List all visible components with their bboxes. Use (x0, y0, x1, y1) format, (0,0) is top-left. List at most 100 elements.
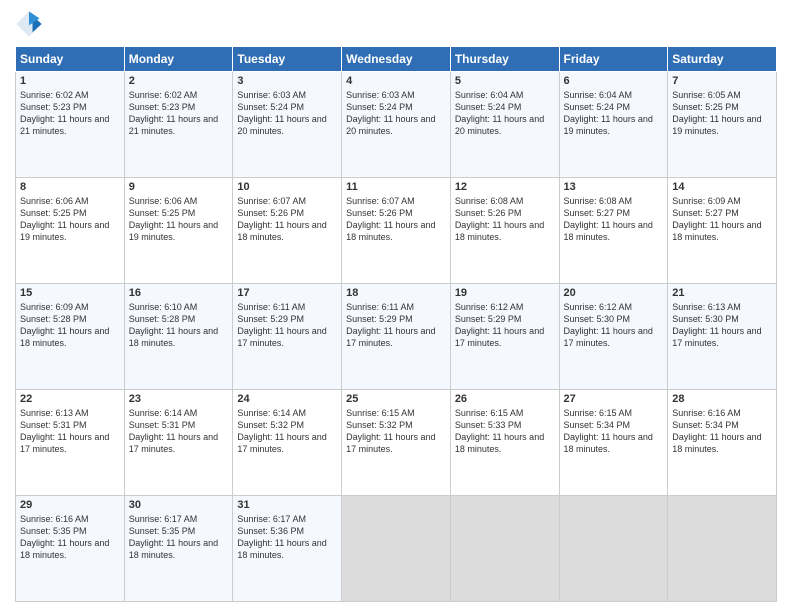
day-info: Sunrise: 6:04 AMSunset: 5:24 PMDaylight:… (455, 90, 544, 136)
week-row-1: 1Sunrise: 6:02 AMSunset: 5:23 PMDaylight… (16, 72, 777, 178)
day-number: 17 (237, 287, 337, 299)
calendar-cell: 1Sunrise: 6:02 AMSunset: 5:23 PMDaylight… (16, 72, 125, 178)
day-number: 10 (237, 181, 337, 193)
calendar-cell: 4 Sunrise: 6:03 AMSunset: 5:24 PMDaylight… (342, 72, 451, 178)
day-info: Sunrise: 6:11 AMSunset: 5:29 PMDaylight:… (237, 302, 326, 348)
calendar-cell: 29Sunrise: 6:16 AMSunset: 5:35 PMDayligh… (16, 496, 125, 602)
calendar-cell: 30 Sunrise: 6:17 AMSunset: 5:35 PMDayligh… (124, 496, 233, 602)
days-row: SundayMondayTuesdayWednesdayThursdayFrid… (16, 47, 777, 72)
calendar-cell: 23 Sunrise: 6:14 AMSunset: 5:31 PMDayligh… (124, 390, 233, 496)
calendar-cell: 7 Sunrise: 6:05 AMSunset: 5:25 PMDaylight… (668, 72, 777, 178)
day-number: 23 (129, 393, 229, 405)
day-info: Sunrise: 6:05 AMSunset: 5:25 PMDaylight:… (672, 90, 761, 136)
calendar-cell (450, 496, 559, 602)
day-number: 19 (455, 287, 555, 299)
day-of-week-wednesday: Wednesday (342, 47, 451, 72)
calendar-cell: 20Sunrise: 6:12 AMSunset: 5:30 PMDayligh… (559, 284, 668, 390)
calendar-cell: 13 Sunrise: 6:08 AMSunset: 5:27 PMDayligh… (559, 178, 668, 284)
calendar-cell: 3 Sunrise: 6:03 AMSunset: 5:24 PMDaylight… (233, 72, 342, 178)
calendar-cell: 19Sunrise: 6:12 AMSunset: 5:29 PMDayligh… (450, 284, 559, 390)
day-number: 8 (20, 181, 120, 193)
day-of-week-thursday: Thursday (450, 47, 559, 72)
day-info: Sunrise: 6:08 AMSunset: 5:26 PMDaylight:… (455, 196, 544, 242)
day-number: 12 (455, 181, 555, 193)
day-of-week-friday: Friday (559, 47, 668, 72)
day-number: 2 (129, 75, 229, 87)
day-number: 11 (346, 181, 446, 193)
header (15, 10, 777, 38)
day-number: 21 (672, 287, 772, 299)
day-number: 30 (129, 499, 229, 511)
day-number: 14 (672, 181, 772, 193)
day-of-week-monday: Monday (124, 47, 233, 72)
calendar: SundayMondayTuesdayWednesdayThursdayFrid… (15, 46, 777, 602)
calendar-cell: 6Sunrise: 6:04 AMSunset: 5:24 PMDaylight… (559, 72, 668, 178)
day-number: 24 (237, 393, 337, 405)
day-info: Sunrise: 6:03 AMSunset: 5:24 PMDaylight:… (237, 90, 326, 136)
day-number: 1 (20, 75, 120, 87)
week-row-4: 22 Sunrise: 6:13 AMSunset: 5:31 PMDayligh… (16, 390, 777, 496)
day-number: 18 (346, 287, 446, 299)
calendar-cell: 24 Sunrise: 6:14 AMSunset: 5:32 PMDayligh… (233, 390, 342, 496)
day-info: Sunrise: 6:10 AMSunset: 5:28 PMDaylight:… (129, 302, 218, 348)
calendar-cell: 12 Sunrise: 6:08 AMSunset: 5:26 PMDayligh… (450, 178, 559, 284)
day-number: 9 (129, 181, 229, 193)
calendar-cell: 15Sunrise: 6:09 AMSunset: 5:28 PMDayligh… (16, 284, 125, 390)
day-info: Sunrise: 6:09 AMSunset: 5:28 PMDaylight:… (20, 302, 109, 348)
day-number: 16 (129, 287, 229, 299)
logo (15, 10, 47, 38)
calendar-cell: 21 Sunrise: 6:13 AMSunset: 5:30 PMDayligh… (668, 284, 777, 390)
calendar-cell: 31 Sunrise: 6:17 AMSunset: 5:36 PMDayligh… (233, 496, 342, 602)
logo-icon (15, 10, 43, 38)
day-info: Sunrise: 6:04 AMSunset: 5:24 PMDaylight:… (564, 90, 653, 136)
day-number: 7 (672, 75, 772, 87)
day-info: Sunrise: 6:14 AMSunset: 5:31 PMDaylight:… (129, 408, 218, 454)
day-info: Sunrise: 6:06 AMSunset: 5:25 PMDaylight:… (20, 196, 109, 242)
day-info: Sunrise: 6:07 AMSunset: 5:26 PMDaylight:… (237, 196, 326, 242)
day-info: Sunrise: 6:09 AMSunset: 5:27 PMDaylight:… (672, 196, 761, 242)
day-info: Sunrise: 6:13 AMSunset: 5:30 PMDaylight:… (672, 302, 761, 348)
page: SundayMondayTuesdayWednesdayThursdayFrid… (0, 0, 792, 612)
calendar-cell: 28Sunrise: 6:16 AMSunset: 5:34 PMDayligh… (668, 390, 777, 496)
day-info: Sunrise: 6:17 AMSunset: 5:36 PMDaylight:… (237, 514, 326, 560)
day-info: Sunrise: 6:03 AMSunset: 5:24 PMDaylight:… (346, 90, 435, 136)
calendar-cell: 26Sunrise: 6:15 AMSunset: 5:33 PMDayligh… (450, 390, 559, 496)
week-row-5: 29Sunrise: 6:16 AMSunset: 5:35 PMDayligh… (16, 496, 777, 602)
day-number: 25 (346, 393, 446, 405)
day-info: Sunrise: 6:11 AMSunset: 5:29 PMDaylight:… (346, 302, 435, 348)
calendar-cell: 17 Sunrise: 6:11 AMSunset: 5:29 PMDayligh… (233, 284, 342, 390)
calendar-cell (668, 496, 777, 602)
calendar-header: SundayMondayTuesdayWednesdayThursdayFrid… (16, 47, 777, 72)
calendar-cell: 10 Sunrise: 6:07 AMSunset: 5:26 PMDayligh… (233, 178, 342, 284)
calendar-cell: 16 Sunrise: 6:10 AMSunset: 5:28 PMDayligh… (124, 284, 233, 390)
day-number: 20 (564, 287, 664, 299)
day-number: 4 (346, 75, 446, 87)
day-info: Sunrise: 6:16 AMSunset: 5:34 PMDaylight:… (672, 408, 761, 454)
day-number: 31 (237, 499, 337, 511)
day-info: Sunrise: 6:16 AMSunset: 5:35 PMDaylight:… (20, 514, 109, 560)
calendar-cell: 5Sunrise: 6:04 AMSunset: 5:24 PMDaylight… (450, 72, 559, 178)
day-info: Sunrise: 6:13 AMSunset: 5:31 PMDaylight:… (20, 408, 109, 454)
week-row-3: 15Sunrise: 6:09 AMSunset: 5:28 PMDayligh… (16, 284, 777, 390)
calendar-cell: 9Sunrise: 6:06 AMSunset: 5:25 PMDaylight… (124, 178, 233, 284)
day-info: Sunrise: 6:17 AMSunset: 5:35 PMDaylight:… (129, 514, 218, 560)
day-number: 26 (455, 393, 555, 405)
day-of-week-sunday: Sunday (16, 47, 125, 72)
calendar-cell: 22 Sunrise: 6:13 AMSunset: 5:31 PMDayligh… (16, 390, 125, 496)
calendar-cell: 25 Sunrise: 6:15 AMSunset: 5:32 PMDayligh… (342, 390, 451, 496)
calendar-cell: 2Sunrise: 6:02 AMSunset: 5:23 PMDaylight… (124, 72, 233, 178)
calendar-body: 1Sunrise: 6:02 AMSunset: 5:23 PMDaylight… (16, 72, 777, 602)
calendar-cell: 18 Sunrise: 6:11 AMSunset: 5:29 PMDayligh… (342, 284, 451, 390)
calendar-cell: 27Sunrise: 6:15 AMSunset: 5:34 PMDayligh… (559, 390, 668, 496)
day-info: Sunrise: 6:07 AMSunset: 5:26 PMDaylight:… (346, 196, 435, 242)
day-info: Sunrise: 6:08 AMSunset: 5:27 PMDaylight:… (564, 196, 653, 242)
calendar-cell: 11 Sunrise: 6:07 AMSunset: 5:26 PMDayligh… (342, 178, 451, 284)
day-info: Sunrise: 6:14 AMSunset: 5:32 PMDaylight:… (237, 408, 326, 454)
day-of-week-tuesday: Tuesday (233, 47, 342, 72)
day-number: 22 (20, 393, 120, 405)
day-number: 27 (564, 393, 664, 405)
week-row-2: 8 Sunrise: 6:06 AMSunset: 5:25 PMDaylight… (16, 178, 777, 284)
day-number: 3 (237, 75, 337, 87)
day-info: Sunrise: 6:15 AMSunset: 5:32 PMDaylight:… (346, 408, 435, 454)
day-number: 13 (564, 181, 664, 193)
